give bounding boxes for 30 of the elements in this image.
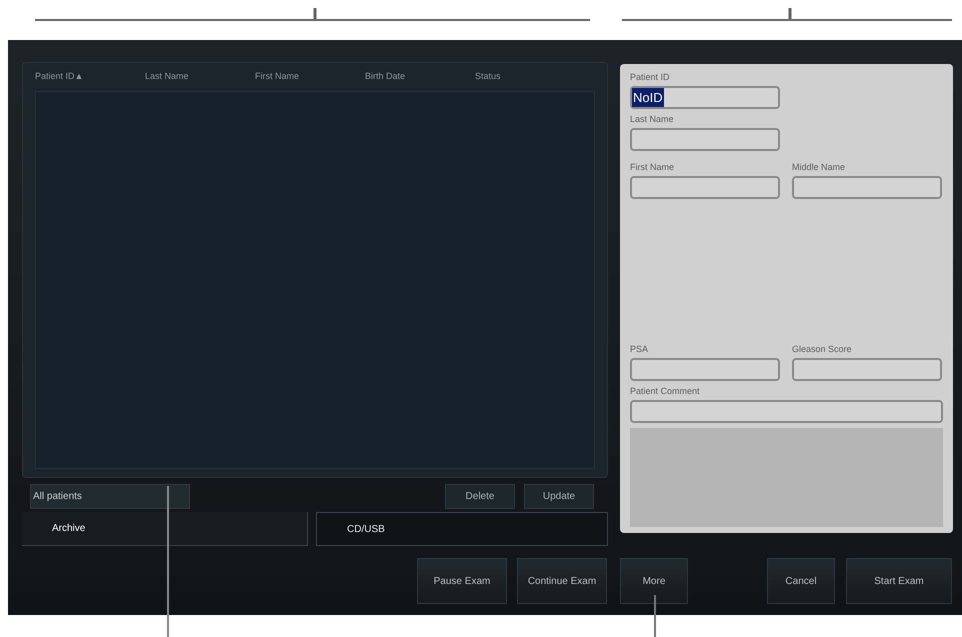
list-button[interactable]: Delete — [445, 484, 515, 508]
field-label: Patient ID — [630, 71, 671, 84]
input-field[interactable] — [792, 176, 942, 199]
input-field[interactable] — [630, 128, 780, 151]
input-field[interactable] — [630, 400, 943, 423]
field-label: Last Name — [630, 113, 675, 126]
input-field[interactable] — [630, 358, 780, 381]
column-header[interactable]: Birth Date — [365, 70, 475, 84]
action-button[interactable]: Cancel — [767, 558, 835, 604]
action-button[interactable]: Continue Exam — [517, 558, 607, 604]
field-label: Middle Name — [792, 161, 846, 174]
action-button[interactable]: More — [620, 558, 688, 604]
column-header[interactable]: Last Name — [145, 70, 255, 84]
tab[interactable]: Archive — [22, 512, 308, 546]
action-button[interactable]: Pause Exam — [417, 558, 507, 604]
field-label: Gleason Score — [792, 343, 853, 356]
input-field[interactable] — [630, 176, 780, 199]
field-label: PSA — [630, 343, 650, 356]
field-label: First Name — [630, 161, 676, 174]
action-button[interactable]: Start Exam — [846, 558, 952, 604]
tab[interactable]: CD/USB — [316, 512, 608, 546]
field-label: Patient Comment — [630, 385, 701, 398]
input-field[interactable]: NoID — [630, 86, 780, 109]
column-header[interactable]: Patient ID▲ — [35, 70, 145, 84]
column-header[interactable]: First Name — [255, 70, 365, 84]
input-field[interactable] — [792, 358, 942, 381]
column-header[interactable]: Status — [475, 70, 585, 84]
filter-dropdown[interactable]: All patients — [30, 484, 190, 508]
list-button[interactable]: Update — [524, 484, 594, 508]
leader-line — [654, 595, 656, 637]
